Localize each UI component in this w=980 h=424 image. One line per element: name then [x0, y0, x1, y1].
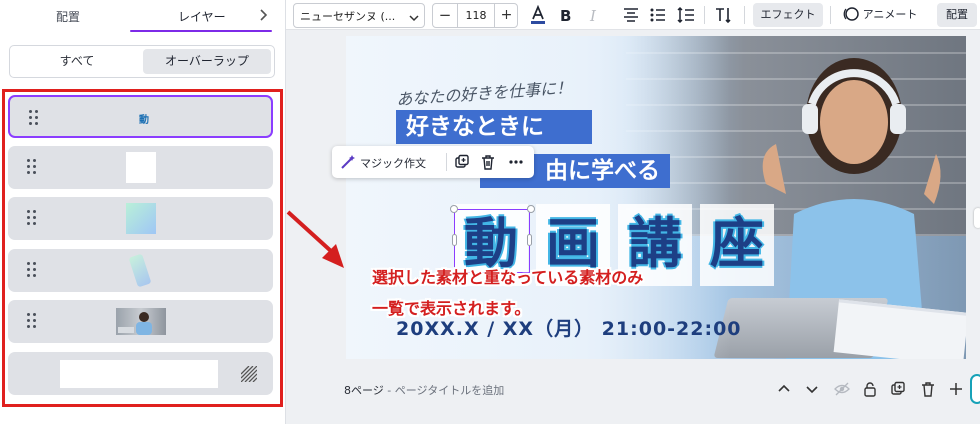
lock-icon[interactable]: [862, 381, 878, 397]
text-toolbar: ニューセザンヌ (... − 118 + B I エフェクト アニメート 配置: [286, 0, 980, 30]
drag-handle-icon[interactable]: [27, 210, 39, 228]
layer-item-photo[interactable]: [8, 300, 273, 343]
red-arrow-icon: [286, 210, 344, 268]
page-title-placeholder: - ページタイトルを追加: [383, 384, 505, 397]
drag-handle-icon[interactable]: [27, 313, 39, 331]
drag-handle-icon[interactable]: [27, 159, 39, 177]
chevron-down-icon: [408, 9, 420, 22]
tab-position[interactable]: 配置: [56, 8, 80, 25]
resize-handle[interactable]: [452, 234, 457, 246]
design-page[interactable]: あなたの好きを仕事に！ 好きなときに 由に学べる 動 画 講 座 20XX.X …: [346, 36, 966, 359]
tab-layers[interactable]: レイヤー: [178, 8, 226, 25]
resize-handle[interactable]: [527, 205, 535, 213]
resize-handle[interactable]: [450, 205, 458, 213]
layers-panel: 配置 レイヤー すべて オーバーラップ 動: [0, 0, 286, 424]
font-size-value[interactable]: 118: [458, 4, 494, 27]
duplicate-icon[interactable]: [454, 154, 470, 170]
toolbar-divider: [830, 6, 831, 24]
panel-tabs: 配置 レイヤー: [0, 0, 286, 34]
duplicate-page-icon[interactable]: [890, 381, 906, 397]
font-family-value: ニューセザンヌ (...: [300, 10, 396, 23]
animate-button[interactable]: アニメート: [838, 3, 924, 27]
page-title-field[interactable]: 8ページ - ページタイトルを追加: [344, 382, 504, 398]
annotation-line-1: 選択した素材と重なっている素材のみ: [372, 268, 644, 287]
filter-overlap-button[interactable]: オーバーラップ: [143, 49, 271, 74]
text-color-icon[interactable]: [528, 4, 548, 25]
canvas-edge-handle[interactable]: [974, 208, 980, 228]
canvas-area: あなたの好きを仕事に！ 好きなときに 由に学べる 動 画 講 座 20XX.X …: [286, 30, 980, 424]
layer-item-text[interactable]: 動: [8, 95, 273, 138]
chevron-right-icon[interactable]: [258, 8, 270, 22]
layer-item-gradient[interactable]: [8, 197, 273, 240]
layer-thumb-white: [126, 152, 156, 183]
add-page-icon[interactable]: [948, 381, 964, 397]
chevron-up-icon[interactable]: [776, 381, 792, 397]
delete-icon[interactable]: [480, 154, 496, 170]
page-scroll-handle[interactable]: [970, 374, 980, 404]
decrease-size-button[interactable]: −: [433, 4, 458, 27]
svg-text:B: B: [560, 7, 571, 25]
filter-all-button[interactable]: すべて: [13, 49, 141, 74]
chevron-down-icon[interactable]: [804, 381, 820, 397]
resize-handle[interactable]: [527, 234, 532, 246]
layer-item-white-shape[interactable]: [8, 146, 273, 189]
toolbar-divider: [704, 6, 705, 24]
hide-page-icon[interactable]: [834, 381, 850, 397]
layer-item-background[interactable]: [8, 352, 273, 395]
layer-item-sliver[interactable]: [8, 249, 273, 292]
page-number: 8ページ: [344, 384, 384, 397]
toolbar-divider: [446, 153, 447, 171]
svg-text:I: I: [589, 7, 597, 25]
align-center-icon[interactable]: [621, 5, 641, 25]
line-spacing-icon[interactable]: [676, 5, 696, 25]
font-size-stepper: − 118 +: [432, 3, 518, 28]
layer-thumb-sliver: [128, 253, 152, 288]
page-footer: 8ページ - ページタイトルを追加: [286, 374, 980, 404]
lock-pattern-icon: [240, 365, 258, 383]
increase-size-button[interactable]: +: [494, 4, 518, 27]
layer-filter-toggle: すべて オーバーラップ: [9, 45, 275, 78]
layer-thumb-gradient: [126, 203, 156, 234]
more-icon[interactable]: [508, 154, 524, 170]
annotation-callout: 選択した素材と重なっている素材のみ 一覧で表示されます。: [368, 262, 760, 328]
design-band-1[interactable]: 好きなときに: [396, 110, 592, 144]
annotation-line-2: 一覧で表示されます。: [372, 299, 531, 318]
effects-button[interactable]: エフェクト: [753, 3, 823, 27]
layer-thumb-background: [60, 360, 218, 388]
toolbar-divider: [744, 6, 745, 24]
bullet-list-icon[interactable]: [648, 5, 668, 25]
position-button[interactable]: 配置: [937, 3, 977, 27]
element-context-toolbar: マジック作文: [332, 146, 534, 178]
layer-thumb-text: 動: [139, 115, 149, 126]
vertical-text-icon[interactable]: [714, 5, 734, 25]
italic-icon[interactable]: I: [584, 5, 604, 25]
font-family-select[interactable]: ニューセザンヌ (...: [293, 3, 425, 28]
delete-page-icon[interactable]: [920, 381, 936, 397]
active-tab-indicator: [130, 30, 272, 32]
magic-write-icon[interactable]: [340, 154, 356, 170]
magic-write-button[interactable]: マジック作文: [360, 155, 426, 171]
drag-handle-icon[interactable]: [27, 262, 39, 280]
layer-thumb-photo: [116, 308, 166, 335]
bold-icon[interactable]: B: [556, 5, 576, 25]
drag-handle-icon[interactable]: [29, 110, 41, 128]
